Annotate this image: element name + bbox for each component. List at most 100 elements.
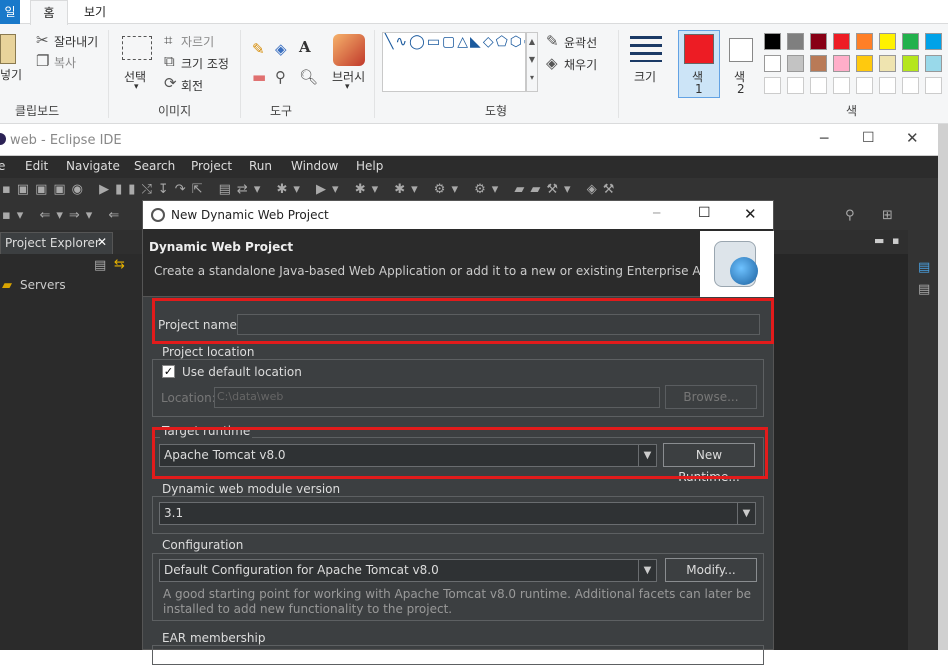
palette-empty-swatch[interactable] — [902, 77, 919, 94]
location-input[interactable]: C:\data\web — [214, 387, 660, 408]
pencil-icon[interactable]: ✎ — [252, 40, 265, 58]
palette-empty-swatch[interactable] — [833, 77, 850, 94]
dialog-header-title: Dynamic Web Project — [149, 240, 294, 254]
palette-swatch[interactable] — [902, 55, 919, 72]
eclipse-titlebar: web - Eclipse IDE ─ ☐ ✕ — [0, 124, 938, 156]
paste-icon[interactable] — [0, 34, 16, 64]
outline-view-icon[interactable]: ▤ — [918, 260, 930, 275]
fill-button[interactable]: 채우기 — [564, 56, 597, 73]
palette-empty-swatch[interactable] — [925, 77, 942, 94]
configuration-combo[interactable]: Default Configuration for Apache Tomcat … — [159, 559, 657, 582]
palette-swatch[interactable] — [764, 33, 781, 50]
palette-swatch[interactable] — [925, 55, 942, 72]
shapes-scroll[interactable]: ▲ ▼ ▾ — [526, 32, 538, 92]
eraser-icon[interactable]: ▬ — [252, 68, 266, 86]
palette-empty-swatch[interactable] — [787, 77, 804, 94]
dialog-minimize-icon[interactable]: ─ — [653, 206, 660, 220]
select-icon[interactable] — [122, 36, 152, 60]
rotate-button[interactable]: 회전 — [181, 77, 203, 94]
resize-button[interactable]: 크기 조정 — [181, 55, 229, 72]
collapse-all-icon[interactable]: ▤ — [94, 258, 106, 273]
copy-button[interactable]: 복사 — [54, 54, 76, 71]
palette-empty-swatch[interactable] — [810, 77, 827, 94]
palette-swatch[interactable] — [856, 33, 873, 50]
palette-swatch[interactable] — [810, 33, 827, 50]
use-default-checkbox[interactable]: ✓ — [162, 365, 175, 378]
palette-swatch[interactable] — [879, 33, 896, 50]
size-icon[interactable] — [630, 36, 662, 62]
palette-swatch[interactable] — [856, 55, 873, 72]
palette-swatch[interactable] — [787, 55, 804, 72]
outline-button[interactable]: 윤곽선 — [564, 34, 597, 51]
maximize-icon[interactable]: ☐ — [862, 130, 875, 146]
palette-swatch[interactable] — [833, 55, 850, 72]
perspective-icon[interactable]: ⊞ — [882, 208, 893, 223]
text-icon[interactable]: A — [299, 38, 311, 56]
palette-swatch[interactable] — [764, 55, 781, 72]
maximize-view-icon[interactable]: ▪ — [892, 234, 899, 247]
minimize-view-icon[interactable]: ▬ — [874, 234, 884, 247]
chevron-down-icon[interactable]: ▼ — [737, 503, 755, 524]
module-version-group-label: Dynamic web module version — [160, 482, 343, 496]
module-version-combo[interactable]: 3.1 ▼ — [159, 502, 756, 525]
nav-icons[interactable]: ▪▾ ⇐▾⇒▾ ⇐ — [2, 208, 125, 223]
palette-empty-swatch[interactable] — [879, 77, 896, 94]
ear-membership-group — [152, 645, 764, 665]
cut-button[interactable]: 잘라내기 — [54, 33, 98, 50]
palette-empty-swatch[interactable] — [856, 77, 873, 94]
eclipse-menubar: e Edit Navigate Search Project Run Windo… — [0, 156, 938, 178]
palette-swatch[interactable] — [810, 55, 827, 72]
project-explorer-tab[interactable]: Project Explorer ✕ — [0, 232, 113, 254]
minimize-icon[interactable]: ─ — [820, 131, 828, 147]
colors-group-label: 색 — [846, 104, 858, 118]
select-dropdown-icon[interactable]: ▾ — [134, 82, 139, 92]
ear-membership-group-label: EAR membership — [160, 631, 268, 645]
task-list-icon[interactable]: ▤ — [918, 282, 930, 297]
menu-search[interactable]: Search — [134, 159, 175, 173]
menu-file[interactable]: e — [0, 159, 5, 173]
dialog-maximize-icon[interactable]: ☐ — [698, 205, 711, 221]
modify-button[interactable]: Modify... — [665, 558, 757, 582]
color-picker-icon[interactable]: ⚲ — [275, 68, 286, 86]
desktop-edge — [938, 124, 948, 650]
paint-tab-view[interactable]: 보기 — [75, 0, 115, 24]
toolbar-icons[interactable]: ▪▣▣▣◉ ▶▮▮⤭↧↷⇱ ▤⇄▾ ✱▾ ▶▾ ✱▾ ✱▾ ⚙▾ ⚙▾ ▰▰⚒▾… — [2, 182, 620, 197]
use-default-label[interactable]: Use default location — [182, 365, 302, 379]
highlight-target-runtime — [152, 427, 768, 479]
palette-swatch[interactable] — [902, 33, 919, 50]
browse-button[interactable]: Browse... — [665, 385, 757, 409]
close-icon[interactable]: ✕ — [906, 129, 919, 147]
menu-navigate[interactable]: Navigate — [66, 159, 120, 173]
close-tab-icon[interactable]: ✕ — [97, 235, 107, 249]
paint-tab-file[interactable]: 일 — [0, 0, 20, 24]
brush-icon[interactable] — [333, 34, 365, 66]
tree-item-servers[interactable]: Servers — [20, 278, 66, 292]
rotate-icon: ⟳ — [164, 74, 177, 92]
link-editor-icon[interactable]: ⇆ — [114, 257, 125, 272]
palette-empty-swatch[interactable] — [764, 77, 781, 94]
menu-help[interactable]: Help — [356, 159, 383, 173]
color2-swatch[interactable] — [729, 38, 753, 62]
shapes-gallery[interactable]: ╲∿◯▭▢△◣◇⬠⬡⇨⇦⇧⇩✧☆☆◯◯◯ — [382, 32, 526, 92]
size-button[interactable]: 크기 — [634, 68, 656, 85]
search-icon[interactable]: ⚲ — [845, 208, 855, 223]
paste-button-label[interactable]: 넣기 — [0, 66, 22, 83]
chevron-down-icon[interactable]: ▼ — [638, 560, 656, 581]
location-label: Location: — [161, 391, 216, 405]
menu-run[interactable]: Run — [249, 159, 272, 173]
palette-swatch[interactable] — [833, 33, 850, 50]
paint-tab-home[interactable]: 홈 — [30, 0, 68, 25]
palette-swatch[interactable] — [787, 33, 804, 50]
menu-project[interactable]: Project — [191, 159, 232, 173]
crop-button[interactable]: 자르기 — [181, 33, 214, 50]
palette-swatch[interactable] — [879, 55, 896, 72]
dialog-close-icon[interactable]: ✕ — [744, 205, 757, 223]
fill-bucket-icon[interactable]: ◈ — [275, 40, 287, 58]
brush-dropdown-icon[interactable]: ▾ — [345, 82, 350, 92]
magnifier-icon[interactable]: 🔍︎ — [299, 68, 318, 86]
menu-edit[interactable]: Edit — [25, 159, 48, 173]
color1-number: 1 — [695, 82, 703, 96]
menu-window[interactable]: Window — [291, 159, 338, 173]
scissors-icon: ✂ — [36, 31, 49, 49]
palette-swatch[interactable] — [925, 33, 942, 50]
